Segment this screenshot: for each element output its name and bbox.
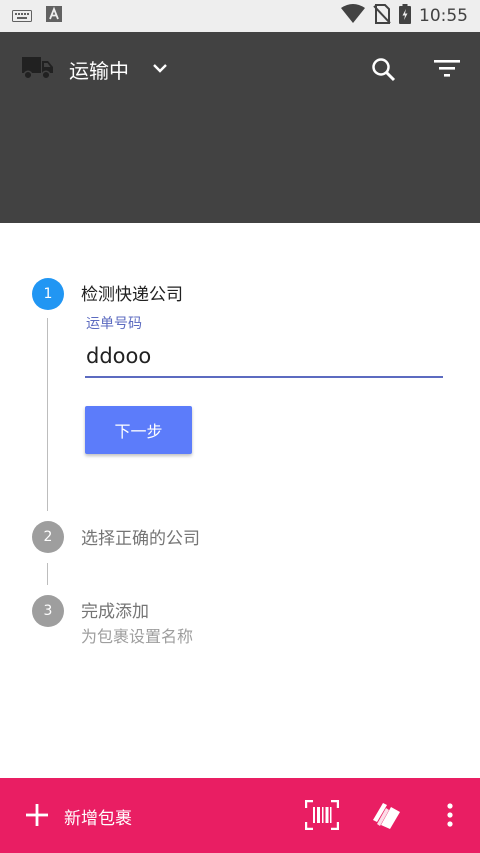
app-bar: 运输中 [0, 32, 480, 223]
step-3-subtitle: 为包裹设置名称 [81, 627, 194, 646]
plus-icon[interactable] [26, 804, 48, 830]
keyboard-icon [12, 7, 32, 26]
no-sim-icon [373, 4, 391, 28]
battery-charging-icon [399, 4, 411, 28]
add-package-button[interactable]: 新增包裹 [64, 804, 132, 829]
tracking-number-label: 运单号码 [86, 316, 142, 332]
status-time: 10:55 [419, 6, 468, 26]
bottom-bar: 新增包裹 [0, 778, 480, 853]
a-notification-icon [46, 6, 62, 26]
search-icon[interactable] [370, 56, 398, 88]
step-connector [47, 563, 48, 585]
step-3-indicator: 3 [32, 595, 64, 627]
step-1-title: 检测快递公司 [81, 285, 183, 305]
truck-icon [22, 57, 53, 83]
tag-icon[interactable] [371, 800, 401, 834]
step-connector [47, 318, 48, 511]
page-title[interactable]: 运输中 [69, 55, 129, 84]
next-step-button[interactable]: 下一步 [85, 406, 192, 454]
step-2-title: 选择正确的公司 [81, 529, 200, 549]
status-bar: 10:55 [0, 0, 480, 32]
wifi-icon [341, 4, 365, 28]
filter-icon[interactable] [434, 58, 460, 82]
step-1-indicator: 1 [32, 278, 64, 310]
more-vert-icon[interactable] [442, 802, 458, 834]
tracking-number-input[interactable] [85, 340, 443, 378]
step-2-indicator: 2 [32, 521, 64, 553]
chevron-down-icon[interactable] [150, 58, 170, 82]
barcode-scan-icon[interactable] [304, 799, 340, 834]
step-3-title: 完成添加 [81, 602, 149, 622]
